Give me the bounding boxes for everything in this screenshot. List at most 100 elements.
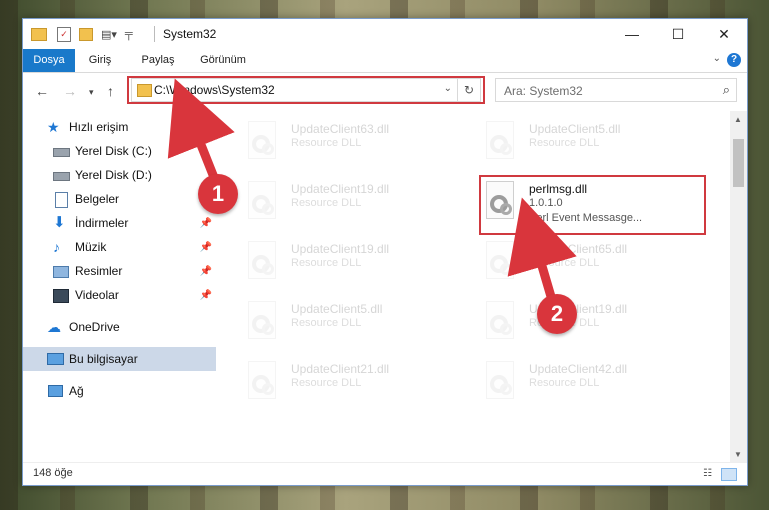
back-arrow-icon[interactable]: ← (35, 83, 49, 99)
sidebar-item-music[interactable]: ♪ Müzik 📌 (23, 235, 216, 259)
navigation-bar: ← → ▾ ↑ C:\Windows\System32 ⌄ ↻ Ara: Sys… (23, 73, 747, 109)
sidebar-item-videos[interactable]: Videolar 📌 (23, 283, 216, 307)
sidebar-item-local-disk-d[interactable]: Yerel Disk (D:) (23, 163, 216, 187)
file-type: Resource DLL (291, 137, 362, 149)
sidebar-item-pictures[interactable]: Resimler 📌 (23, 259, 216, 283)
sidebar-item-label: Ağ (69, 384, 84, 398)
scrollbar-thumb[interactable] (733, 139, 744, 187)
tab-share[interactable]: Paylaş (133, 49, 183, 72)
sidebar-item-this-pc[interactable]: Bu bilgisayar (23, 347, 216, 371)
file-type: Resource DLL (529, 377, 600, 389)
tab-home[interactable]: Giriş (79, 49, 121, 72)
file-name: UpdateClient19.dll (291, 242, 390, 256)
pictures-icon (53, 264, 69, 278)
ribbon-tabs: Dosya Giriş Paylaş Görünüm ⌄ ? (23, 49, 747, 73)
scroll-down-icon[interactable]: ▼ (734, 450, 742, 459)
file-type: Resource DLL (291, 317, 362, 329)
file-tile[interactable]: UpdateClient42.dll Resource DLL (461, 355, 691, 407)
sidebar-item-local-disk-c[interactable]: Yerel Disk (C:) (23, 139, 216, 163)
dll-file-icon (483, 241, 517, 281)
pin-icon[interactable]: 📌 (200, 266, 212, 277)
forward-arrow-icon[interactable]: → (63, 83, 77, 99)
sidebar-item-label: Bu bilgisayar (69, 352, 138, 366)
customize-icon[interactable]: ▤▾ (101, 28, 117, 41)
file-name: UpdateClient65.dll (529, 242, 628, 256)
dll-file-icon (245, 241, 279, 281)
dll-file-icon (483, 121, 517, 161)
sidebar-item-label: İndirmeler (75, 216, 129, 230)
file-type: Resource DLL (529, 257, 600, 269)
annotation-badge-1: 1 (198, 174, 238, 214)
file-tile[interactable]: UpdateClient63.dll Resource DLL (223, 115, 453, 167)
sidebar-item-label: Müzik (75, 240, 107, 254)
help-icon[interactable]: ? (727, 53, 741, 67)
pin-icon[interactable]: 📌 (200, 218, 212, 229)
sidebar-item-label: Belgeler (75, 192, 120, 206)
file-type: Resource DLL (291, 257, 362, 269)
documents-icon (53, 192, 69, 208)
close-button[interactable]: ✕ (701, 19, 747, 49)
file-type: Resource DLL (529, 137, 600, 149)
search-placeholder: Ara: System32 (504, 84, 583, 98)
file-tile[interactable]: UpdateClient19.dll Resource DLL (223, 175, 453, 227)
quick-access-toolbar: ✓ ▤▾ ╤ (31, 26, 133, 42)
details-view-icon[interactable]: ☷ (703, 468, 717, 479)
sidebar-item-downloads[interactable]: ⬇ İndirmeler 📌 (23, 211, 216, 235)
star-icon: ★ (47, 119, 60, 135)
music-icon: ♪ (53, 239, 60, 255)
recent-locations-icon[interactable]: ▾ (89, 87, 94, 98)
vertical-scrollbar[interactable]: ▲ ▼ (730, 111, 747, 463)
sidebar-item-documents[interactable]: Belgeler (23, 187, 216, 211)
properties-icon[interactable]: ✓ (57, 26, 71, 42)
dll-file-icon (245, 121, 279, 161)
file-tile[interactable]: UpdateClient21.dll Resource DLL (223, 355, 453, 407)
sidebar-item-label: Yerel Disk (C:) (75, 144, 152, 158)
dll-file-icon (483, 301, 517, 341)
new-folder-icon[interactable] (79, 27, 93, 41)
tab-view[interactable]: Görünüm (193, 49, 253, 72)
sidebar-item-label: Hızlı erişim (69, 120, 129, 134)
dll-file-icon (245, 301, 279, 341)
tiles-view-icon[interactable] (721, 468, 737, 481)
expand-ribbon-icon[interactable]: ⌄ (713, 53, 721, 64)
video-icon (53, 288, 69, 303)
up-arrow-icon[interactable]: ↑ (107, 83, 114, 99)
sidebar-item-network[interactable]: Ağ (23, 379, 216, 403)
file-tile[interactable]: UpdateClient19.dll Resource DLL (461, 295, 691, 347)
file-tile[interactable]: UpdateClient5.dll Resource DLL (461, 115, 691, 167)
navigation-pane: ★ Hızlı erişim Yerel Disk (C:) Yerel Dis… (23, 111, 216, 463)
annotation-file-highlight (479, 175, 706, 235)
tab-file[interactable]: Dosya (23, 49, 75, 72)
pin-icon[interactable]: 📌 (200, 290, 212, 301)
search-input[interactable]: Ara: System32 ⌕ (495, 78, 737, 102)
search-icon[interactable]: ⌕ (723, 82, 730, 98)
annotation-address-highlight (127, 76, 485, 104)
file-name: UpdateClient5.dll (291, 302, 383, 316)
scroll-up-icon[interactable]: ▲ (734, 115, 742, 124)
download-icon: ⬇ (53, 214, 66, 231)
file-name: UpdateClient21.dll (291, 362, 390, 376)
maximize-button[interactable]: ☐ (655, 19, 701, 49)
file-type: Resource DLL (291, 197, 362, 209)
file-name: UpdateClient42.dll (529, 362, 628, 376)
file-name: UpdateClient63.dll (291, 122, 390, 136)
drive-icon (53, 168, 70, 182)
network-icon (47, 384, 63, 398)
title-bar: ✓ ▤▾ ╤ System32 — ☐ ✕ (23, 19, 747, 49)
pin-icon[interactable]: 📌 (200, 242, 212, 253)
item-count: 148 öğe (33, 467, 73, 479)
dll-file-icon (483, 361, 517, 401)
window-title: System32 (163, 27, 217, 41)
sidebar-item-label: Videolar (75, 288, 119, 302)
sidebar-item-quick-access[interactable]: ★ Hızlı erişim (23, 115, 216, 139)
file-tile[interactable]: UpdateClient5.dll Resource DLL (223, 295, 453, 347)
file-tile[interactable]: UpdateClient19.dll Resource DLL (223, 235, 453, 287)
minimize-button[interactable]: — (609, 19, 655, 49)
sidebar-item-label: Yerel Disk (D:) (75, 168, 152, 182)
file-tile[interactable]: UpdateClient65.dll Resource DLL (461, 235, 691, 287)
computer-icon (47, 352, 64, 366)
title-divider (154, 26, 155, 42)
sidebar-item-onedrive[interactable]: ☁ OneDrive (23, 315, 216, 339)
pin-toolbar-icon[interactable]: ╤ (125, 28, 133, 40)
file-name: UpdateClient19.dll (291, 182, 390, 196)
